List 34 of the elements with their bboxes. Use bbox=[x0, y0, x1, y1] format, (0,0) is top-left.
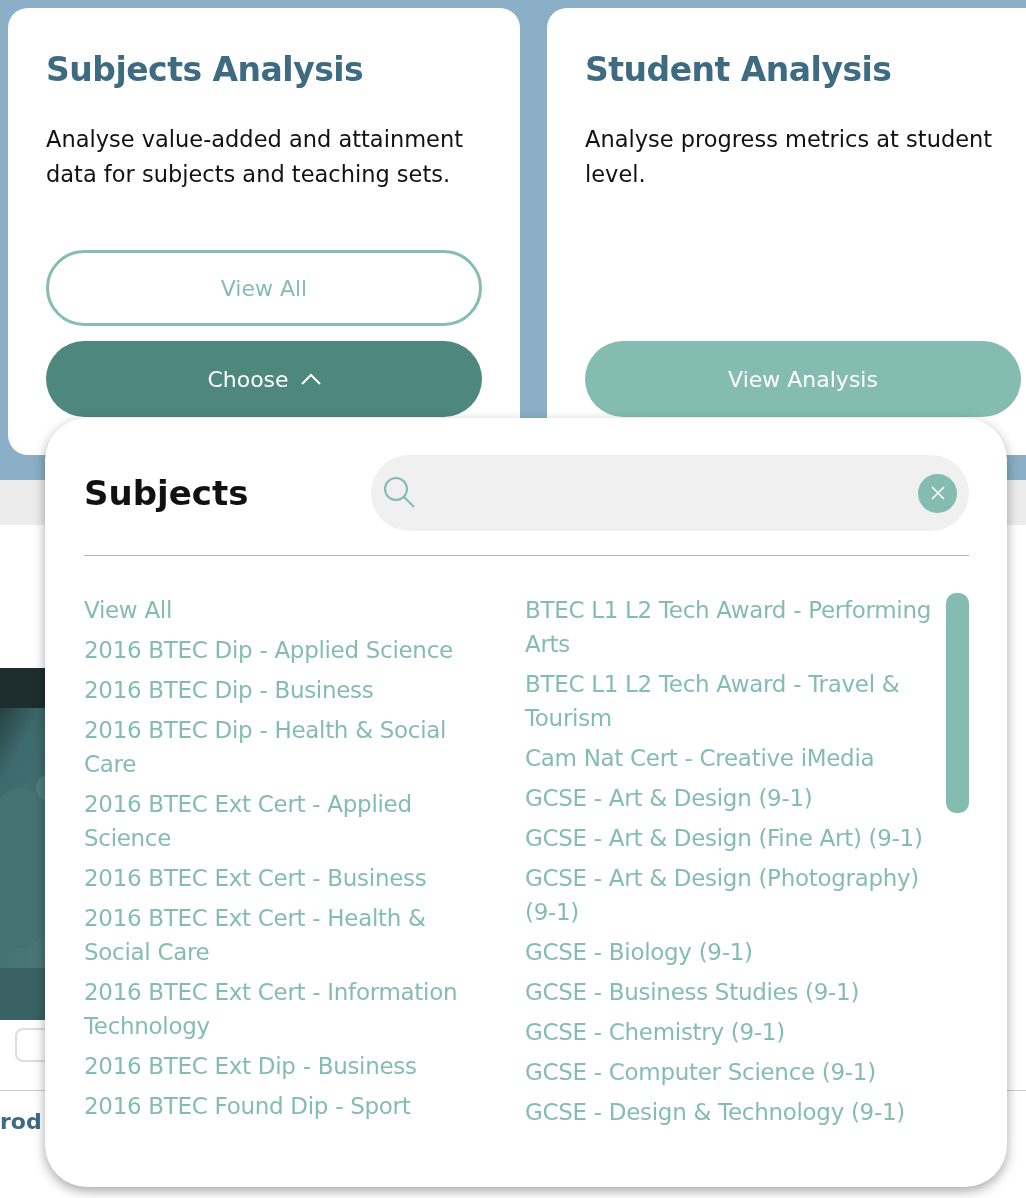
clear-button[interactable] bbox=[918, 473, 957, 513]
subject-link[interactable]: 2016 BTEC Dip - Business bbox=[84, 673, 479, 707]
subject-link[interactable]: 2016 BTEC Dip - Applied Science bbox=[84, 633, 479, 667]
subject-link[interactable]: 2016 BTEC Ext Dip - Business bbox=[84, 1049, 479, 1083]
section-heading: rod bbox=[0, 1109, 42, 1134]
subject-link[interactable]: GCSE - Art & Design (Fine Art) (9-1) bbox=[525, 821, 943, 855]
subject-link[interactable]: View All bbox=[84, 593, 479, 627]
subject-link[interactable]: 2016 BTEC Ext Cert - Health & Social Care bbox=[84, 901, 479, 969]
subject-link[interactable]: 2016 BTEC Dip - Health & Social Care bbox=[84, 713, 479, 781]
close-icon bbox=[930, 486, 945, 500]
card-title: Subjects Analysis bbox=[46, 50, 365, 89]
subject-link[interactable]: GCSE - Biology (9-1) bbox=[525, 935, 943, 969]
subject-link[interactable]: GCSE - Computer Science (9-1) bbox=[525, 1055, 943, 1089]
subject-link[interactable]: GCSE - Design & Technology (9-1) bbox=[525, 1095, 943, 1129]
card-description: Analyse progress metrics at student level. bbox=[585, 125, 994, 189]
dropdown-title: Subjects bbox=[84, 473, 249, 513]
dropdown-button[interactable]: Choose bbox=[46, 341, 482, 417]
subject-link[interactable]: 2016 BTEC Ext Cert - Applied Science bbox=[84, 787, 479, 855]
subject-link[interactable]: BTEC L1 L2 Tech Award - Performing Arts bbox=[525, 593, 943, 661]
scrollbar[interactable] bbox=[946, 593, 969, 813]
view-button[interactable]: View Analysis bbox=[585, 341, 1021, 417]
subject-link[interactable]: GCSE - Business Studies (9-1) bbox=[525, 975, 943, 1009]
subject-link[interactable]: GCSE - Art & Design (Photography) (9-1) bbox=[525, 861, 943, 929]
subject-link[interactable]: Cam Nat Cert - Creative iMedia bbox=[525, 741, 943, 775]
view-button[interactable]: View All bbox=[46, 250, 482, 326]
card-description: Analyse value-added and attainment data for subjects and teaching sets. bbox=[46, 125, 464, 189]
card-title: Student Analysis bbox=[585, 50, 893, 89]
search-icon bbox=[383, 476, 417, 510]
subject-link[interactable]: BTEC L1 L2 Tech Award - Travel & Tourism bbox=[525, 667, 943, 735]
subject-link[interactable]: GCSE - Chemistry (9-1) bbox=[525, 1015, 943, 1049]
subject-link[interactable]: GCSE - Art & Design (9-1) bbox=[525, 781, 943, 815]
subject-link[interactable]: 2016 BTEC Ext Cert - Business bbox=[84, 861, 479, 895]
subject-link[interactable]: 2016 BTEC Found Dip - Sport bbox=[84, 1089, 479, 1123]
subject-link[interactable]: 2016 BTEC Ext Cert - Information Technology bbox=[84, 975, 479, 1043]
